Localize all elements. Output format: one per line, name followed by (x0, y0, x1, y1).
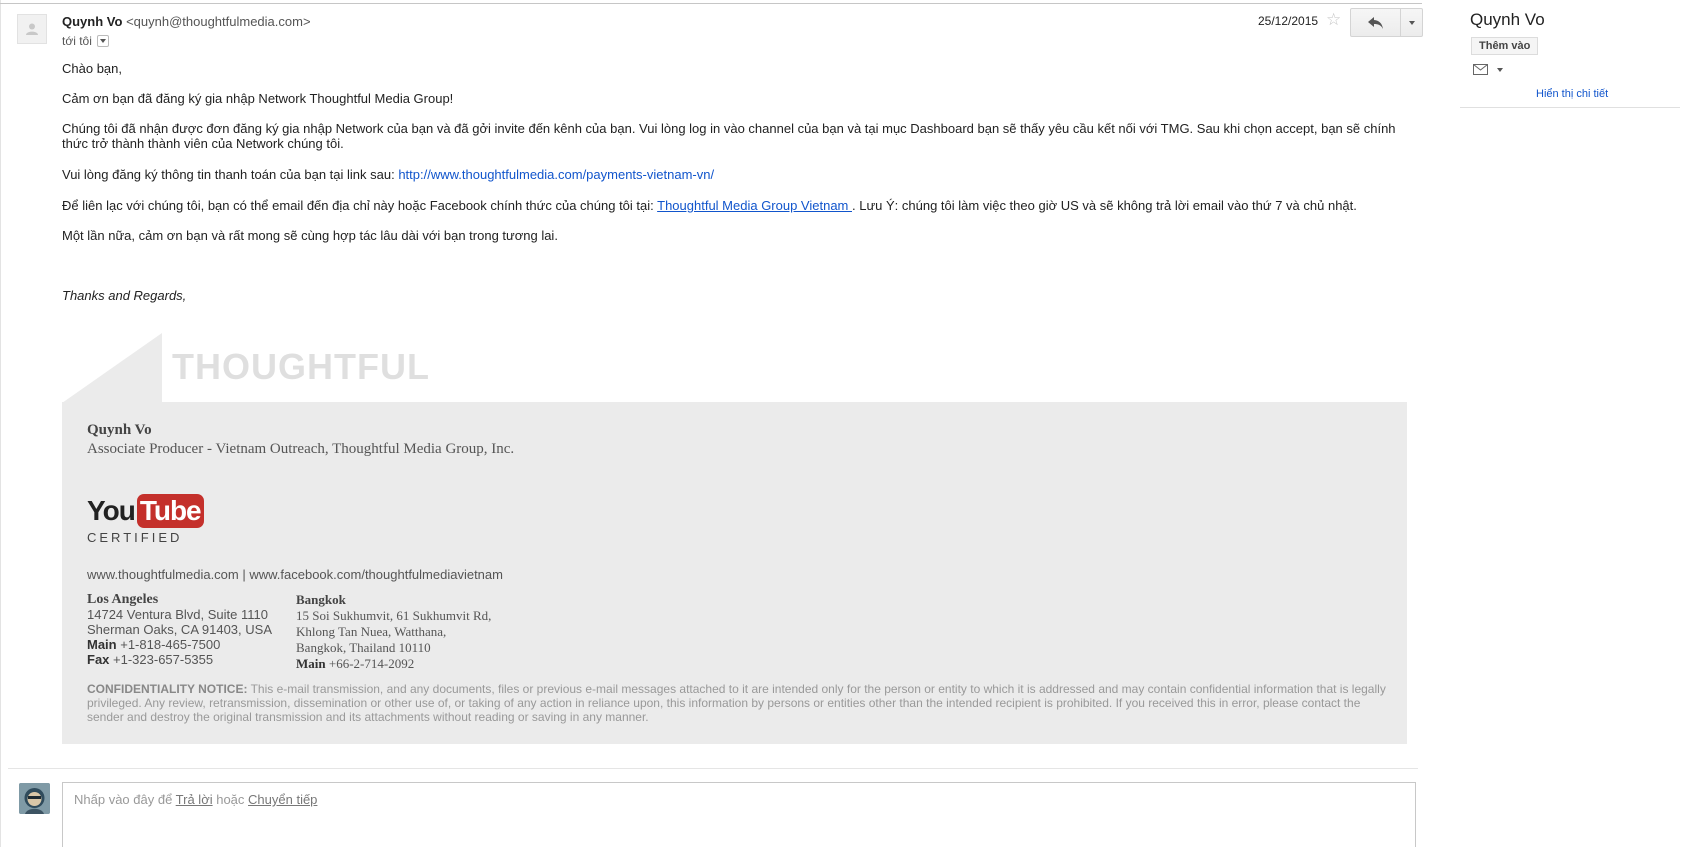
message-date: 25/12/2015 (1258, 14, 1319, 28)
confidentiality-notice: CONFIDENTIALITY NOTICE: This e-mail tran… (87, 682, 1387, 724)
sender-name[interactable]: Quynh Vo (62, 14, 122, 29)
reply-prompt: Nhấp vào đây để Trả lời hoặc Chuyển tiếp (74, 792, 317, 807)
facebook-page-link[interactable]: Thoughtful Media Group Vietnam (657, 198, 852, 213)
regards: Thanks and Regards, (62, 288, 187, 303)
confidentiality-label: CONFIDENTIALITY NOTICE: (87, 682, 248, 696)
la-line1: 14724 Ventura Blvd, Suite 1110 (87, 607, 268, 622)
la-main: Main +1-818-465-7500 (87, 637, 272, 652)
signature-box: Quynh Vo Associate Producer - Vietnam Ou… (62, 402, 1407, 744)
sender-avatar[interactable] (17, 14, 47, 44)
la-main-label: Main (87, 637, 117, 652)
contact-text: Để liên lạc với chúng tôi, bạn có thể em… (62, 198, 658, 213)
youtube-wordmark: You Tube (87, 494, 204, 528)
bk-line3: Bangkok, Thailand 10110 (296, 640, 431, 655)
user-avatar-icon (19, 783, 50, 814)
payment-paragraph: Vui lòng đăng ký thông tin thanh toán củ… (62, 167, 714, 182)
la-city: Los Angeles (87, 592, 159, 607)
top-divider (0, 3, 1422, 4)
youtube-you: You (87, 495, 136, 526)
reply-middle: hoặc (212, 792, 249, 807)
reply-button[interactable] (1350, 8, 1401, 37)
la-fax-label: Fax (87, 652, 110, 667)
bk-main-number: +66-2-714-2092 (325, 656, 415, 671)
quick-reply-box[interactable]: Nhấp vào đây để Trả lời hoặc Chuyển tiếp (62, 782, 1416, 847)
signature-tab-shape (62, 333, 162, 403)
confidentiality-text: This e-mail transmission, and any docume… (87, 682, 1386, 724)
signature-name: Quynh Vo (87, 422, 152, 438)
youtube-certified-label: CERTIFIED (87, 530, 183, 545)
caret-down-icon[interactable] (1497, 67, 1503, 72)
thanks-paragraph: Cảm ơn bạn đã đăng ký gia nhập Network T… (62, 91, 454, 106)
closing-paragraph: Một lần nữa, cảm ơn bạn và rất mong sẽ c… (62, 228, 558, 243)
signature-title: Associate Producer - Vietnam Outreach, T… (87, 441, 515, 457)
brand-wordmark: THOUGHTFUL (172, 346, 430, 387)
contact-mail-actions[interactable] (1473, 64, 1503, 75)
la-fax-number: +1-323-657-5355 (109, 652, 214, 667)
show-details-link[interactable]: Hiển thị chi tiết (1536, 88, 1608, 100)
youtube-certified-logo: You Tube CERTIFIED (87, 494, 204, 545)
recipient-details-toggle[interactable] (96, 35, 109, 47)
la-address: Los Angeles 14724 Ventura Blvd, Suite 11… (87, 592, 272, 667)
caret-down-icon (99, 39, 106, 43)
bk-main-label: Main (296, 656, 326, 671)
contact-note: . Lưu Ý: chúng tôi làm việc theo giờ US … (852, 198, 1357, 213)
received-paragraph: Chúng tôi đã nhận được đơn đăng ký gia n… (62, 121, 1396, 151)
envelope-icon[interactable] (1473, 64, 1488, 75)
right-panel-divider (1460, 107, 1680, 108)
reply-button-group (1350, 8, 1423, 37)
contact-paragraph: Để liên lạc với chúng tôi, bạn có thể em… (62, 198, 1357, 213)
my-avatar[interactable] (19, 783, 50, 814)
la-main-number: +1-818-465-7500 (116, 637, 221, 652)
forward-link[interactable]: Chuyển tiếp (248, 792, 317, 807)
bk-city: Bangkok (296, 592, 346, 607)
reply-divider (8, 768, 1418, 769)
la-line2: Sherman Oaks, CA 91403, USA (87, 622, 272, 637)
payment-link[interactable]: http://www.thoughtfulmedia.com/payments-… (398, 167, 714, 182)
default-person-icon (26, 23, 38, 35)
contact-name: Quynh Vo (1470, 10, 1545, 29)
youtube-tube: Tube (136, 494, 204, 528)
recipient-label: tới tôi (62, 34, 92, 48)
sender-line: Quynh Vo <quynh@thoughtfulmedia.com> (62, 14, 311, 29)
reply-arrow-icon (1367, 16, 1383, 29)
bk-line1: 15 Soi Sukhumvit, 61 Sukhumvit Rd, (296, 608, 492, 623)
reply-prefix: Nhấp vào đây để (74, 792, 176, 807)
caret-down-icon (1408, 20, 1415, 25)
la-fax: Fax +1-323-657-5355 (87, 652, 272, 667)
signature-websites: www.thoughtfulmedia.com | www.facebook.c… (87, 567, 503, 582)
sender-email: <quynh@thoughtfulmedia.com> (126, 14, 311, 29)
bangkok-address: Bangkok 15 Soi Sukhumvit, 61 Sukhumvit R… (296, 592, 491, 672)
more-actions-button[interactable] (1401, 8, 1423, 37)
star-outline-icon[interactable]: ☆ (1326, 11, 1341, 28)
recipient-line: tới tôi (62, 34, 109, 48)
bk-line2: Khlong Tan Nuea, Watthana, (296, 624, 447, 639)
bk-main: Main +66-2-714-2092 (296, 656, 491, 672)
greeting: Chào bạn, (62, 61, 122, 76)
left-edge (0, 0, 1, 847)
payment-text: Vui lòng đăng ký thông tin thanh toán củ… (62, 167, 399, 182)
add-contact-button[interactable]: Thêm vào (1471, 37, 1539, 55)
reply-link[interactable]: Trả lời (176, 792, 213, 807)
